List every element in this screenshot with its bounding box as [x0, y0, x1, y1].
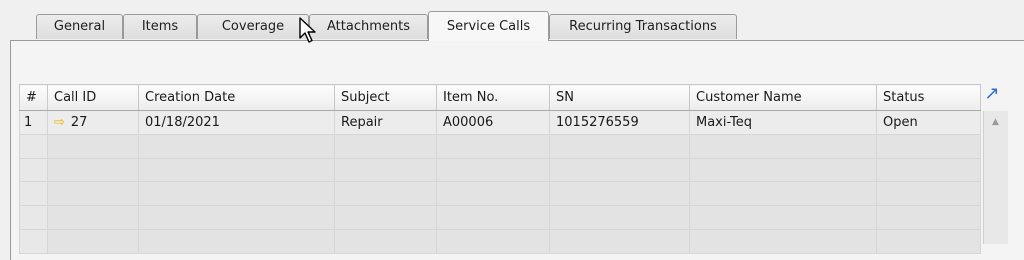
mouse-cursor-icon — [299, 17, 316, 43]
tab-attachments[interactable]: Attachments — [309, 14, 428, 39]
table-row[interactable] — [19, 133, 981, 159]
status-cell[interactable]: Open — [876, 110, 981, 135]
item-no-cell[interactable]: A00006 — [436, 110, 550, 135]
tab-coverage[interactable]: Coverage — [197, 14, 309, 39]
column-header-item-no[interactable]: Item No. — [436, 84, 550, 111]
table-row[interactable] — [19, 205, 981, 231]
column-header-subject[interactable]: Subject — [334, 84, 437, 111]
tab-service-calls[interactable]: Service Calls — [428, 11, 549, 41]
call-id-value: 27 — [70, 114, 88, 130]
table-row[interactable] — [19, 229, 981, 254]
column-header-creation-date[interactable]: Creation Date — [138, 84, 335, 111]
table-row[interactable] — [19, 181, 981, 207]
column-header-status[interactable]: Status — [876, 84, 981, 111]
column-header-call-id[interactable]: Call ID — [47, 84, 139, 111]
subject-cell[interactable]: Repair — [334, 110, 437, 135]
scroll-up-icon[interactable]: ▲ — [987, 114, 1004, 131]
table-header-row: # Call ID Creation Date Subject Item No.… — [19, 84, 981, 111]
tab-bar: General Items Coverage Attachments Servi… — [0, 0, 1024, 41]
service-calls-table: # Call ID Creation Date Subject Item No.… — [19, 84, 981, 254]
tab-items[interactable]: Items — [123, 14, 197, 39]
tab-recurring-transactions[interactable]: Recurring Transactions — [549, 14, 737, 39]
column-header-number[interactable]: # — [19, 84, 48, 111]
sn-cell[interactable]: 1015276559 — [549, 110, 690, 135]
row-number: 1 — [19, 110, 48, 135]
expand-icon[interactable]: ↗ — [983, 85, 1001, 103]
column-header-customer-name[interactable]: Customer Name — [689, 84, 877, 111]
tab-general[interactable]: General — [36, 14, 123, 39]
creation-date-cell[interactable]: 01/18/2021 — [138, 110, 335, 135]
customer-name-cell[interactable]: Maxi-Teq — [689, 110, 877, 135]
call-id-cell[interactable]: ⇨ 27 — [47, 110, 139, 135]
column-header-sn[interactable]: SN — [549, 84, 690, 111]
link-arrow-icon[interactable]: ⇨ — [54, 115, 65, 130]
table-row[interactable]: 1 ⇨ 27 01/18/2021 Repair A00006 101527655… — [19, 110, 981, 135]
table-row[interactable] — [19, 157, 981, 183]
